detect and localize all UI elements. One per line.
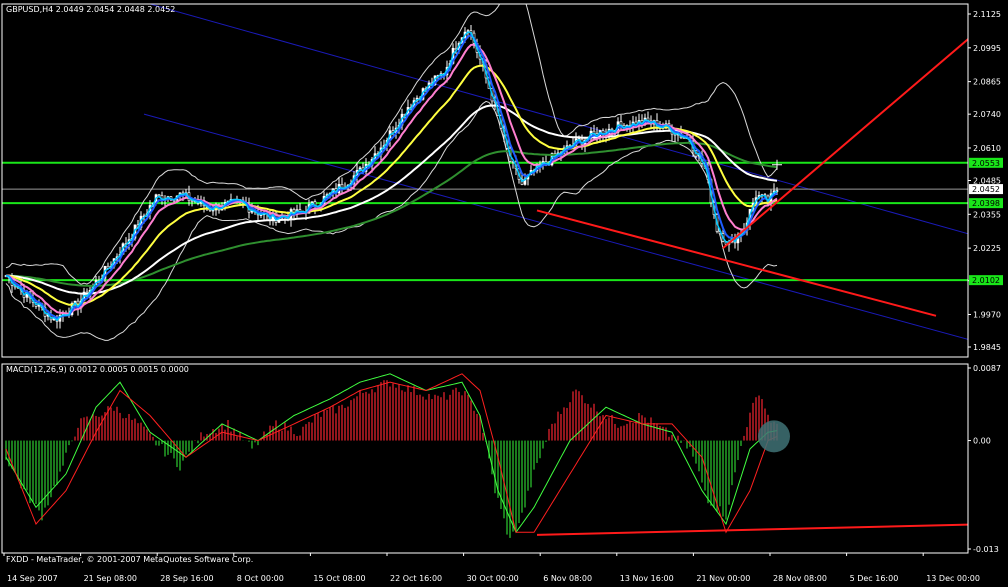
time-tick-label: 13 Dec 00:00: [926, 574, 980, 583]
time-tick-label: 5 Dec 16:00: [850, 574, 899, 583]
price-tick-label: 2.0355: [973, 210, 1001, 219]
price-tag-label: 2.0452: [972, 185, 1000, 194]
price-tick-label: 2.0865: [973, 78, 1001, 87]
price-tick-label: 2.0225: [973, 244, 1001, 253]
time-tick-label: 28 Nov 08:00: [773, 574, 827, 583]
price-tick-label: 2.0740: [973, 110, 1001, 119]
macd-tick-label: 0.00: [973, 437, 991, 446]
price-tag-label: 2.0398: [972, 199, 1000, 208]
time-tick-label: 13 Nov 16:00: [620, 574, 674, 583]
copyright-text: FXDD - MetaTrader, © 2001-2007 MetaQuote…: [6, 555, 253, 564]
price-tick-label: 1.9845: [973, 343, 1001, 352]
time-tick-label: 28 Sep 16:00: [160, 574, 213, 583]
price-tick-label: 2.0610: [973, 144, 1001, 153]
macd-tick-label: -0.013: [973, 545, 999, 554]
price-tag-label: 2.0102: [972, 276, 1000, 285]
macd-tick-label: 0.0087: [973, 364, 1001, 373]
chart-canvas[interactable]: 2.11252.09952.08652.07402.06102.04852.03…: [0, 0, 1008, 587]
time-tick-label: 21 Nov 00:00: [696, 574, 750, 583]
price-tag-label: 2.0553: [972, 159, 1000, 168]
time-tick-label: 30 Oct 00:00: [467, 574, 519, 583]
time-tick-label: 6 Nov 08:00: [543, 574, 592, 583]
price-tick-label: 1.9970: [973, 310, 1001, 319]
time-tick-label: 15 Oct 08:00: [313, 574, 365, 583]
time-tick-label: 22 Oct 16:00: [390, 574, 442, 583]
price-pane-title: GBPUSD,H4 2.0449 2.0454 2.0448 2.0452: [6, 5, 175, 14]
macd-highlight-circle: [758, 420, 790, 453]
time-tick-label: 8 Oct 00:00: [237, 574, 284, 583]
price-tick-label: 2.0995: [973, 44, 1001, 53]
price-tick-label: 2.1125: [973, 10, 1001, 19]
macd-pane-title: MACD(12,26,9) 0.0012 0.0005 0.0015 0.000…: [6, 365, 189, 374]
time-tick-label: 14 Sep 2007: [7, 574, 58, 583]
time-tick-label: 21 Sep 08:00: [84, 574, 137, 583]
